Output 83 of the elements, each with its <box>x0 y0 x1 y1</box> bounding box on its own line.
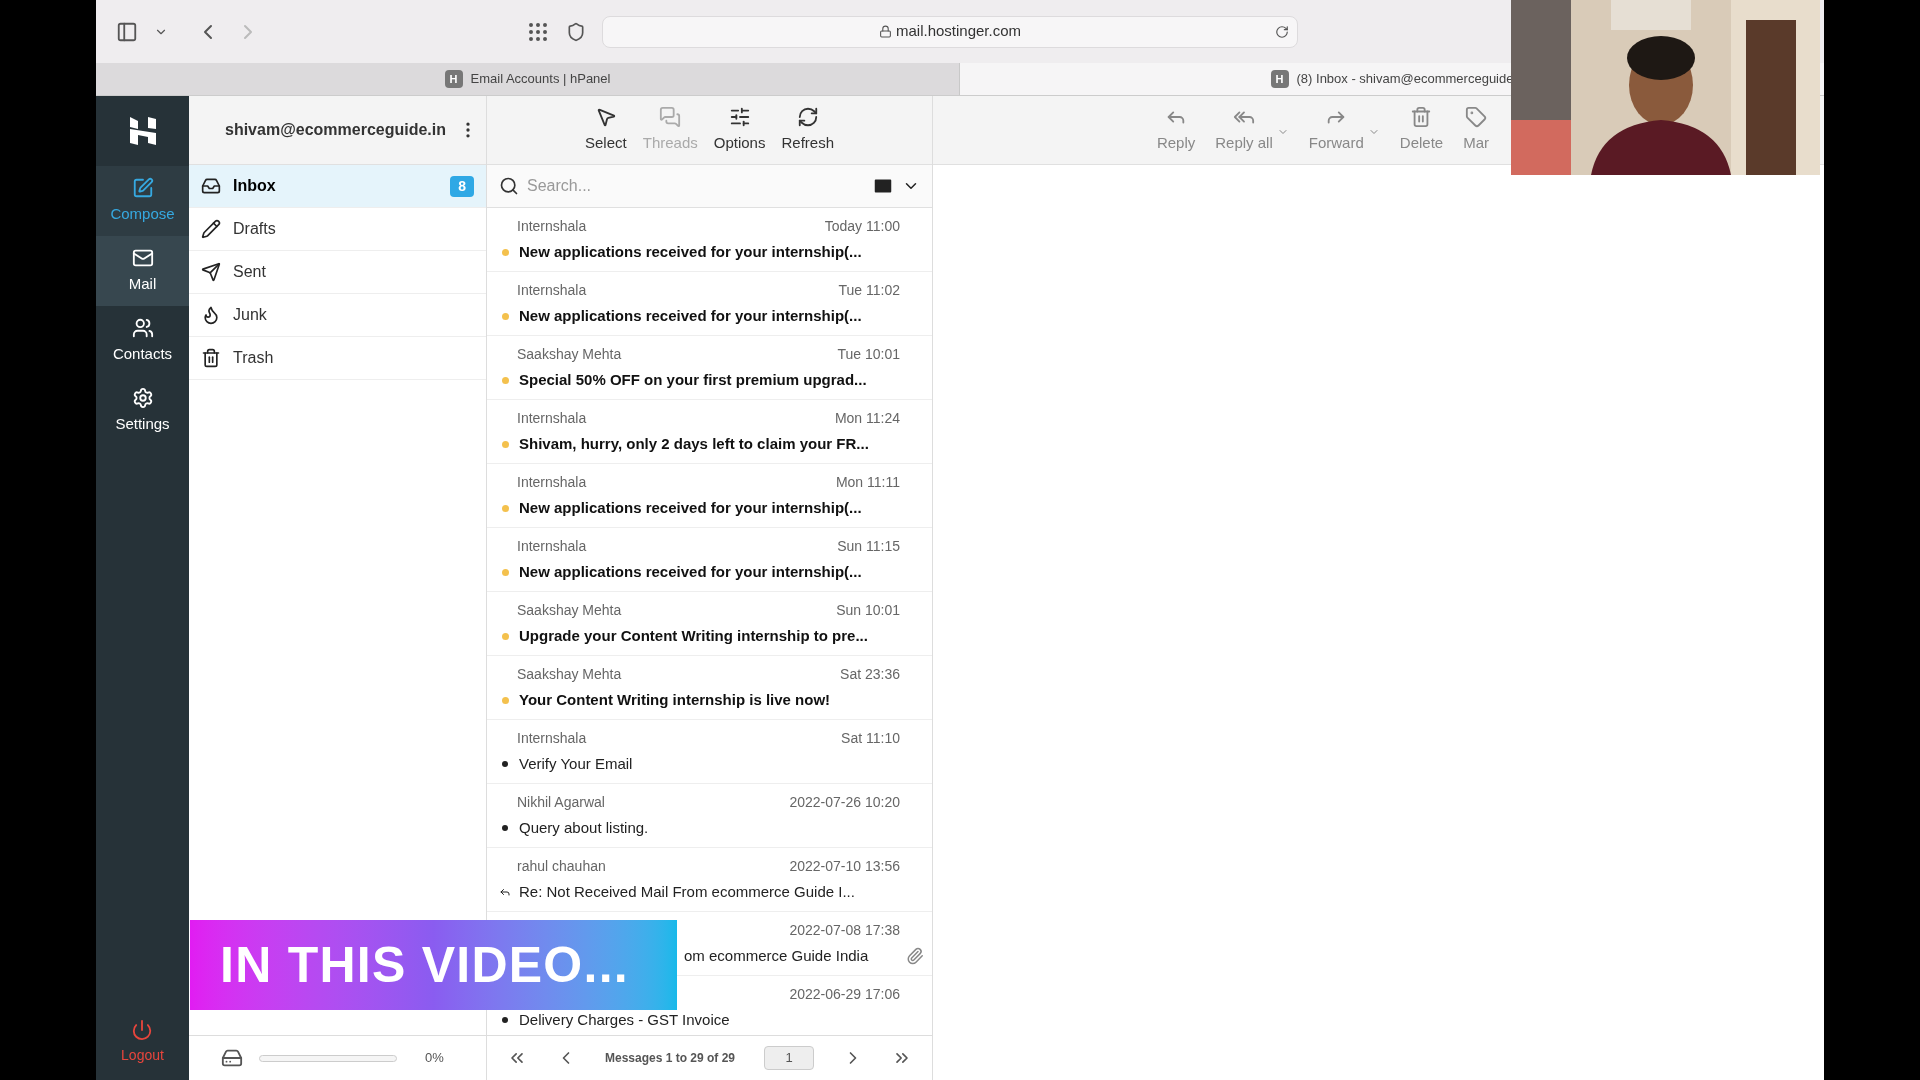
message-subject: Special 50% OFF on your first premium upgrad... <box>519 369 867 390</box>
nav-item[interactable]: Settings <box>96 376 189 446</box>
trash-icon <box>201 348 221 368</box>
browser-tab[interactable]: H Email Accounts | hPanel <box>96 63 960 95</box>
message-date: Tue 11:02 <box>838 281 900 300</box>
message-date: Mon 11:11 <box>835 473 900 492</box>
message-subject: New applications received for your internship(... <box>519 561 862 582</box>
unread-count: 8 <box>450 175 474 197</box>
message-sender: Internshala <box>517 537 587 556</box>
flame-icon <box>201 305 221 325</box>
message-subject: om ecommerce Guide India <box>684 945 869 966</box>
storage-icon <box>221 1047 243 1069</box>
message-subject: Upgrade your Content Writing internship to pre... <box>519 625 868 646</box>
message-date: 2022-07-10 13:56 <box>789 857 900 876</box>
tab-favicon: H <box>444 70 463 88</box>
folder-item[interactable]: Trash <box>189 337 486 380</box>
toolbar-button[interactable]: Select <box>585 105 627 155</box>
chat-bubbles-icon <box>659 105 682 128</box>
message-sender: rahul chauhan <box>517 857 606 876</box>
folder-item[interactable]: Drafts <box>189 208 486 251</box>
page-field[interactable]: 1 <box>764 1046 814 1070</box>
tag-icon <box>1465 105 1488 128</box>
message-subject: Query about listing. <box>519 817 649 838</box>
url-text: mail.hostinger.com <box>895 21 1022 42</box>
shield-icon[interactable] <box>566 21 586 42</box>
logo-icon <box>127 115 158 147</box>
message-sender: Internshala <box>517 409 587 428</box>
search-icon <box>499 176 519 196</box>
message-sender: Nikhil Agarwal <box>517 793 605 812</box>
message-subject: Delivery Charges - GST Invoice <box>519 1009 730 1030</box>
account-email: shivam@ecommerceguide.in <box>225 120 446 140</box>
pencil-icon <box>201 219 221 239</box>
message-sender: Internshala <box>517 473 587 492</box>
message-sender: Internshala <box>517 281 587 300</box>
paper-plane-icon <box>201 262 221 282</box>
settings-icon <box>131 386 154 409</box>
trash-icon <box>1410 105 1433 128</box>
search-bar[interactable]: Search... <box>487 165 932 208</box>
video-title-banner: IN THIS VIDEO... <box>190 920 677 1010</box>
message-date: 2022-07-26 10:20 <box>789 793 900 812</box>
message-date: 2022-06-29 17:06 <box>789 985 900 1004</box>
message-subject: New applications received for your internship(... <box>519 241 862 262</box>
folder-item[interactable]: Junk <box>189 294 486 337</box>
sidebar-icon[interactable] <box>116 20 138 43</box>
nav-item[interactable]: Contacts <box>96 306 189 376</box>
refresh-icon <box>796 105 819 128</box>
nav-item[interactable]: Mail <box>96 236 189 306</box>
search-field[interactable]: Search... <box>527 174 864 198</box>
toolbar-button[interactable]: Options <box>713 105 766 155</box>
message-sender: Internshala <box>517 729 587 748</box>
message-date: 2022-07-08 17:38 <box>789 921 900 940</box>
message-date: Sun 11:15 <box>837 537 900 556</box>
lock-icon <box>878 25 892 38</box>
sliders-icon <box>728 105 751 128</box>
message-subject: New applications received for your internship(... <box>519 305 862 326</box>
message-sender: Internshala <box>517 217 587 236</box>
message-subject: New applications received for your internship(... <box>519 497 862 518</box>
message-date: Today 11:00 <box>824 217 900 236</box>
address-bar[interactable]: mail.hostinger.com <box>602 15 1298 48</box>
nav-item[interactable]: Compose <box>96 166 189 236</box>
message-date: Sun 10:01 <box>836 601 900 620</box>
folder-item[interactable]: Sent <box>189 251 486 294</box>
inbox-icon <box>201 176 221 196</box>
message-subject: Verify Your Email <box>519 753 633 774</box>
message-subject: Re: Not Received Mail From ecommerce Guide I... <box>519 881 855 902</box>
message-subject: Shivam, hurry, only 2 days left to claim your FR... <box>519 433 869 454</box>
toolbar-button[interactable]: Refresh <box>781 105 834 155</box>
message-sender: Saakshay Mehta <box>517 345 622 364</box>
people-icon <box>131 316 154 339</box>
message-date: Sat 23:36 <box>840 665 900 684</box>
message-sender: Saakshay Mehta <box>517 665 622 684</box>
folder-item[interactable]: Inbox 8 <box>189 165 486 208</box>
message-date: Tue 10:01 <box>837 345 900 364</box>
quota-reading: 0% <box>425 1049 444 1068</box>
message-subject: Your Content Writing internship is live now! <box>519 689 831 710</box>
power-icon <box>131 1018 154 1041</box>
message-date: Sat 11:10 <box>841 729 900 748</box>
message-date: Mon 11:24 <box>834 409 900 428</box>
pager-info: Messages 1 to 29 of 29 <box>604 1050 736 1067</box>
reload-icon[interactable] <box>1275 24 1289 39</box>
message-sender: Saakshay Mehta <box>517 601 622 620</box>
tab-favicon: H <box>1270 70 1289 88</box>
compose-icon <box>131 176 154 199</box>
